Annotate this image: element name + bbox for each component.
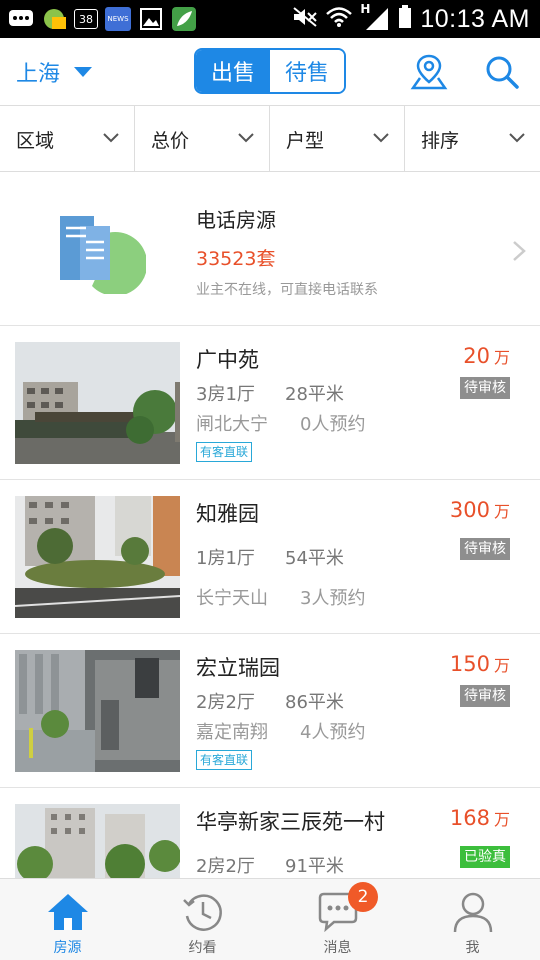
notification-count-icon: 38 [74,9,98,29]
chevron-down-icon [238,133,254,143]
history-clock-icon [180,889,226,935]
price-value: 168 [449,806,490,830]
dropdown-arrow-icon [74,67,93,77]
direct-contact-tag: 有客直联 [196,750,253,770]
top-header: 上海 出售 待售 [0,38,540,106]
filter-region[interactable]: 区域 [0,106,135,172]
listing-area: 54平米 [285,548,344,569]
price-unit: 万 [493,810,510,829]
listing-rooms: 2房2厅 [196,692,255,713]
nav-listings[interactable]: 房源 [0,879,135,960]
chat-notification-icon [8,7,34,31]
wifi-icon [326,6,353,32]
gallery-icon [138,7,164,31]
tab-pending-sale[interactable]: 待售 [270,50,344,92]
filter-label: 排序 [421,129,460,152]
listing-area: 28平米 [285,384,344,405]
filter-layout[interactable]: 户型 [270,106,405,172]
status-badge: 已验真 [460,846,510,868]
listing-item[interactable]: 宏立瑞园 2房2厅 86平米 嘉定南翔 4人预约 有客直联 150 万 待审核 [0,634,540,788]
map-location-icon[interactable] [410,52,448,92]
listing-rooms: 3房1厅 [196,384,255,405]
status-badge: 待审核 [460,538,510,560]
status-badge: 待审核 [460,685,510,707]
signal-icon: H [360,2,390,32]
phone-listings-banner[interactable]: 电话房源 33523套 业主不在线，可直接电话联系 [0,172,540,326]
listing-district: 长宁天山 [196,588,268,609]
city-label: 上海 [16,62,61,87]
status-time: 10:13 AM [420,4,530,33]
nav-label: 我 [465,940,480,956]
unread-badge: 2 [348,882,378,912]
direct-contact-tag: 有客直联 [196,442,253,462]
search-icon[interactable] [484,54,520,90]
nav-appointments[interactable]: 约看 [135,879,270,960]
battery-icon [398,5,412,33]
listing-name: 知雅园 [196,502,259,526]
chevron-down-icon [509,133,525,143]
listing-appointments: 3人预约 [300,588,366,609]
app-notification-icon [41,7,67,31]
mute-icon [292,6,318,32]
listing-district: 嘉定南翔 [196,722,268,743]
listing-rooms: 1房1厅 [196,548,255,569]
listing-price: 150 万 [450,652,510,676]
price-unit: 万 [493,656,510,675]
status-bar: 38 NEWS H 10:13 AM [0,0,540,38]
filter-label: 总价 [151,129,190,152]
listing-rooms: 2房2厅 [196,856,255,877]
price-value: 300 [449,498,490,522]
listing-appointments: 0人预约 [300,414,366,435]
listing-area: 91平米 [285,856,344,877]
listing-photo [15,496,180,618]
home-icon [45,889,91,935]
price-unit: 万 [493,502,510,521]
leaf-app-icon [171,7,197,31]
person-icon [450,889,496,935]
city-selector[interactable]: 上海 [16,56,93,88]
nav-messages[interactable]: 消息 2 [270,879,405,960]
price-value: 20 [463,344,490,368]
chevron-right-icon [513,241,526,261]
price-unit: 万 [493,348,510,367]
nav-label: 消息 [323,940,352,956]
nav-me[interactable]: 我 [405,879,540,960]
listing-price: 300 万 [450,498,510,522]
listing-item[interactable]: 知雅园 1房1厅 54平米 长宁天山 3人预约 300 万 待审核 [0,480,540,634]
filter-sort[interactable]: 排序 [405,106,540,172]
nav-label: 房源 [53,940,82,956]
listing-price: 168 万 [450,806,510,830]
status-badge: 待审核 [460,377,510,399]
listing-name: 华亭新家三辰苑一村 [196,810,385,834]
phone-listings-count: 33523套 [196,248,276,270]
price-value: 150 [449,652,490,676]
news-app-icon: NEWS [105,7,131,31]
filter-label: 户型 [286,129,325,152]
listing-price: 20 万 [463,344,510,368]
chevron-down-icon [103,133,119,143]
tab-for-sale[interactable]: 出售 [196,50,270,92]
listing-appointments: 4人预约 [300,722,366,743]
bottom-nav: 房源 约看 消息 2 我 [0,878,540,960]
listing-photo [15,342,180,464]
listing-item[interactable]: 广中苑 3房1厅 28平米 闸北大宁 0人预约 有客直联 20 万 待审核 [0,326,540,480]
document-chart-icon [56,214,148,296]
phone-listings-title: 电话房源 [196,208,276,232]
listing-name: 广中苑 [196,348,259,372]
filter-label: 区域 [16,129,55,152]
nav-label: 约看 [188,940,217,956]
listing-district: 闸北大宁 [196,414,268,435]
listing-area: 86平米 [285,692,344,713]
phone-listings-description: 业主不在线，可直接电话联系 [196,282,378,298]
chevron-down-icon [373,133,389,143]
listing-photo [15,650,180,772]
sale-type-toggle: 出售 待售 [194,48,346,94]
listing-name: 宏立瑞园 [196,656,280,680]
filter-bar: 区域 总价 户型 排序 [0,106,540,172]
filter-total-price[interactable]: 总价 [135,106,270,172]
